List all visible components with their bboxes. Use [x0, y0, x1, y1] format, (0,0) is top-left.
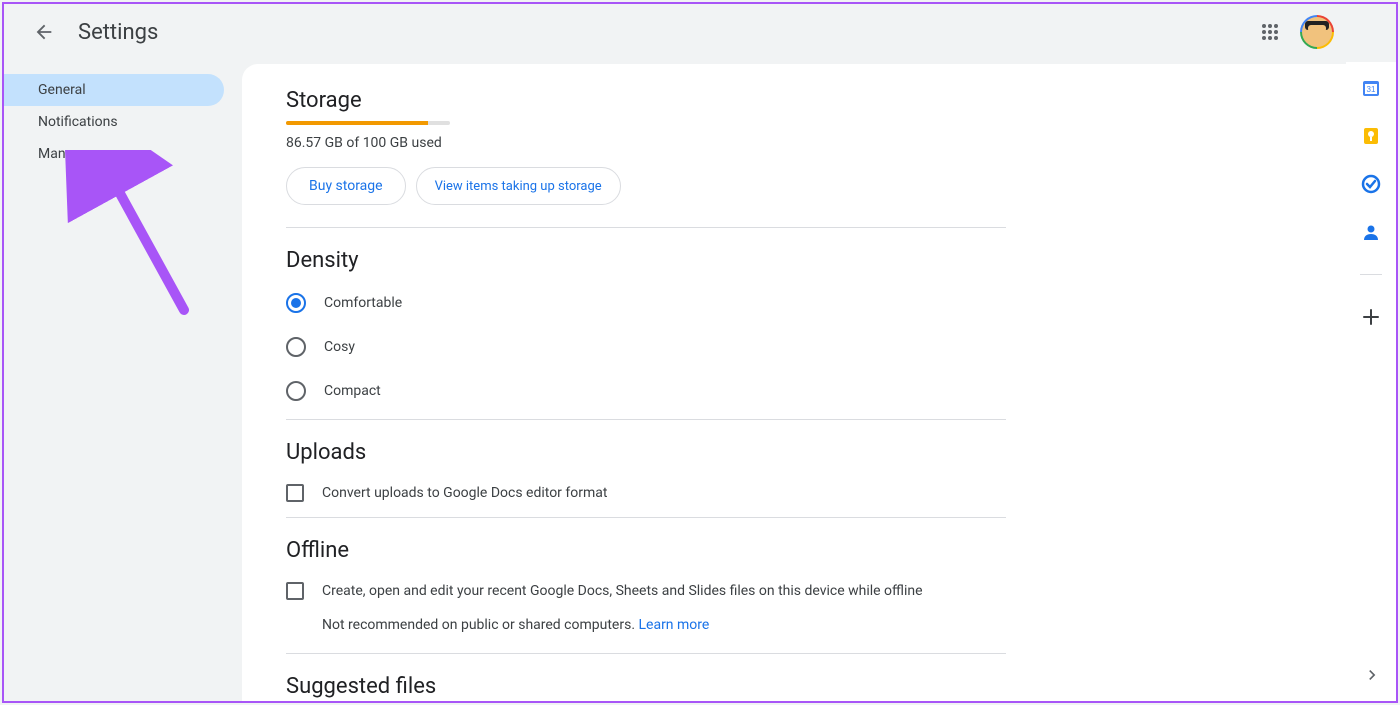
- settings-sidebar: General Notifications Manage apps: [4, 60, 236, 701]
- svg-text:31: 31: [1367, 85, 1376, 94]
- chevron-right-icon: [1362, 665, 1382, 685]
- suggested-heading: Suggested files: [286, 674, 1344, 699]
- offline-note: Not recommended on public or shared comp…: [322, 617, 1344, 633]
- radio-icon: [286, 293, 306, 313]
- arrow-left-icon: [33, 21, 55, 43]
- google-apps-button[interactable]: [1250, 12, 1290, 52]
- page-title: Settings: [78, 20, 158, 45]
- density-option-comfortable[interactable]: Comfortable: [286, 281, 1344, 325]
- divider: [286, 517, 1006, 518]
- side-panel: 31: [1346, 62, 1396, 701]
- learn-more-link[interactable]: Learn more: [638, 617, 709, 633]
- divider: [286, 227, 1006, 228]
- radio-label: Compact: [324, 383, 381, 399]
- buy-storage-button[interactable]: Buy storage: [286, 167, 406, 205]
- keep-icon[interactable]: [1361, 126, 1381, 146]
- collapse-side-panel-button[interactable]: [1354, 657, 1390, 693]
- account-avatar[interactable]: [1300, 15, 1334, 49]
- divider: [286, 653, 1006, 654]
- checkbox-label: Create, open and edit your recent Google…: [322, 583, 923, 599]
- sidebar-item-manage-apps[interactable]: Manage apps: [4, 138, 224, 170]
- convert-uploads-checkbox[interactable]: Convert uploads to Google Docs editor fo…: [286, 473, 1344, 513]
- divider: [286, 419, 1006, 420]
- settings-panel: Storage 86.57 GB of 100 GB used Buy stor…: [242, 64, 1388, 701]
- apps-grid-icon: [1261, 23, 1279, 41]
- checkbox-icon: [286, 484, 304, 502]
- storage-heading: Storage: [286, 88, 1344, 113]
- header: Settings: [4, 4, 1396, 60]
- calendar-icon[interactable]: 31: [1361, 78, 1381, 98]
- sidebar-item-label: Manage apps: [38, 146, 123, 162]
- sidebar-item-general[interactable]: General: [4, 74, 224, 106]
- radio-icon: [286, 381, 306, 401]
- sidebar-item-label: Notifications: [38, 114, 118, 130]
- side-panel-divider: [1360, 274, 1382, 275]
- sidebar-item-label: General: [38, 82, 86, 98]
- offline-checkbox[interactable]: Create, open and edit your recent Google…: [286, 571, 1344, 611]
- storage-usage-text: 86.57 GB of 100 GB used: [286, 135, 1344, 151]
- view-storage-items-button[interactable]: View items taking up storage: [416, 167, 621, 205]
- back-button[interactable]: [24, 12, 64, 52]
- storage-progress: [286, 121, 450, 125]
- tasks-icon[interactable]: [1361, 174, 1381, 194]
- sidebar-item-notifications[interactable]: Notifications: [4, 106, 224, 138]
- checkbox-label: Convert uploads to Google Docs editor fo…: [322, 485, 607, 501]
- density-option-compact[interactable]: Compact: [286, 369, 1344, 413]
- uploads-heading: Uploads: [286, 440, 1344, 465]
- radio-label: Cosy: [324, 339, 355, 355]
- checkbox-icon: [286, 582, 304, 600]
- add-addon-button[interactable]: [1361, 307, 1381, 327]
- radio-icon: [286, 337, 306, 357]
- offline-heading: Offline: [286, 538, 1344, 563]
- density-option-cosy[interactable]: Cosy: [286, 325, 1344, 369]
- contacts-icon[interactable]: [1361, 222, 1381, 242]
- radio-label: Comfortable: [324, 295, 402, 311]
- density-heading: Density: [286, 248, 1344, 273]
